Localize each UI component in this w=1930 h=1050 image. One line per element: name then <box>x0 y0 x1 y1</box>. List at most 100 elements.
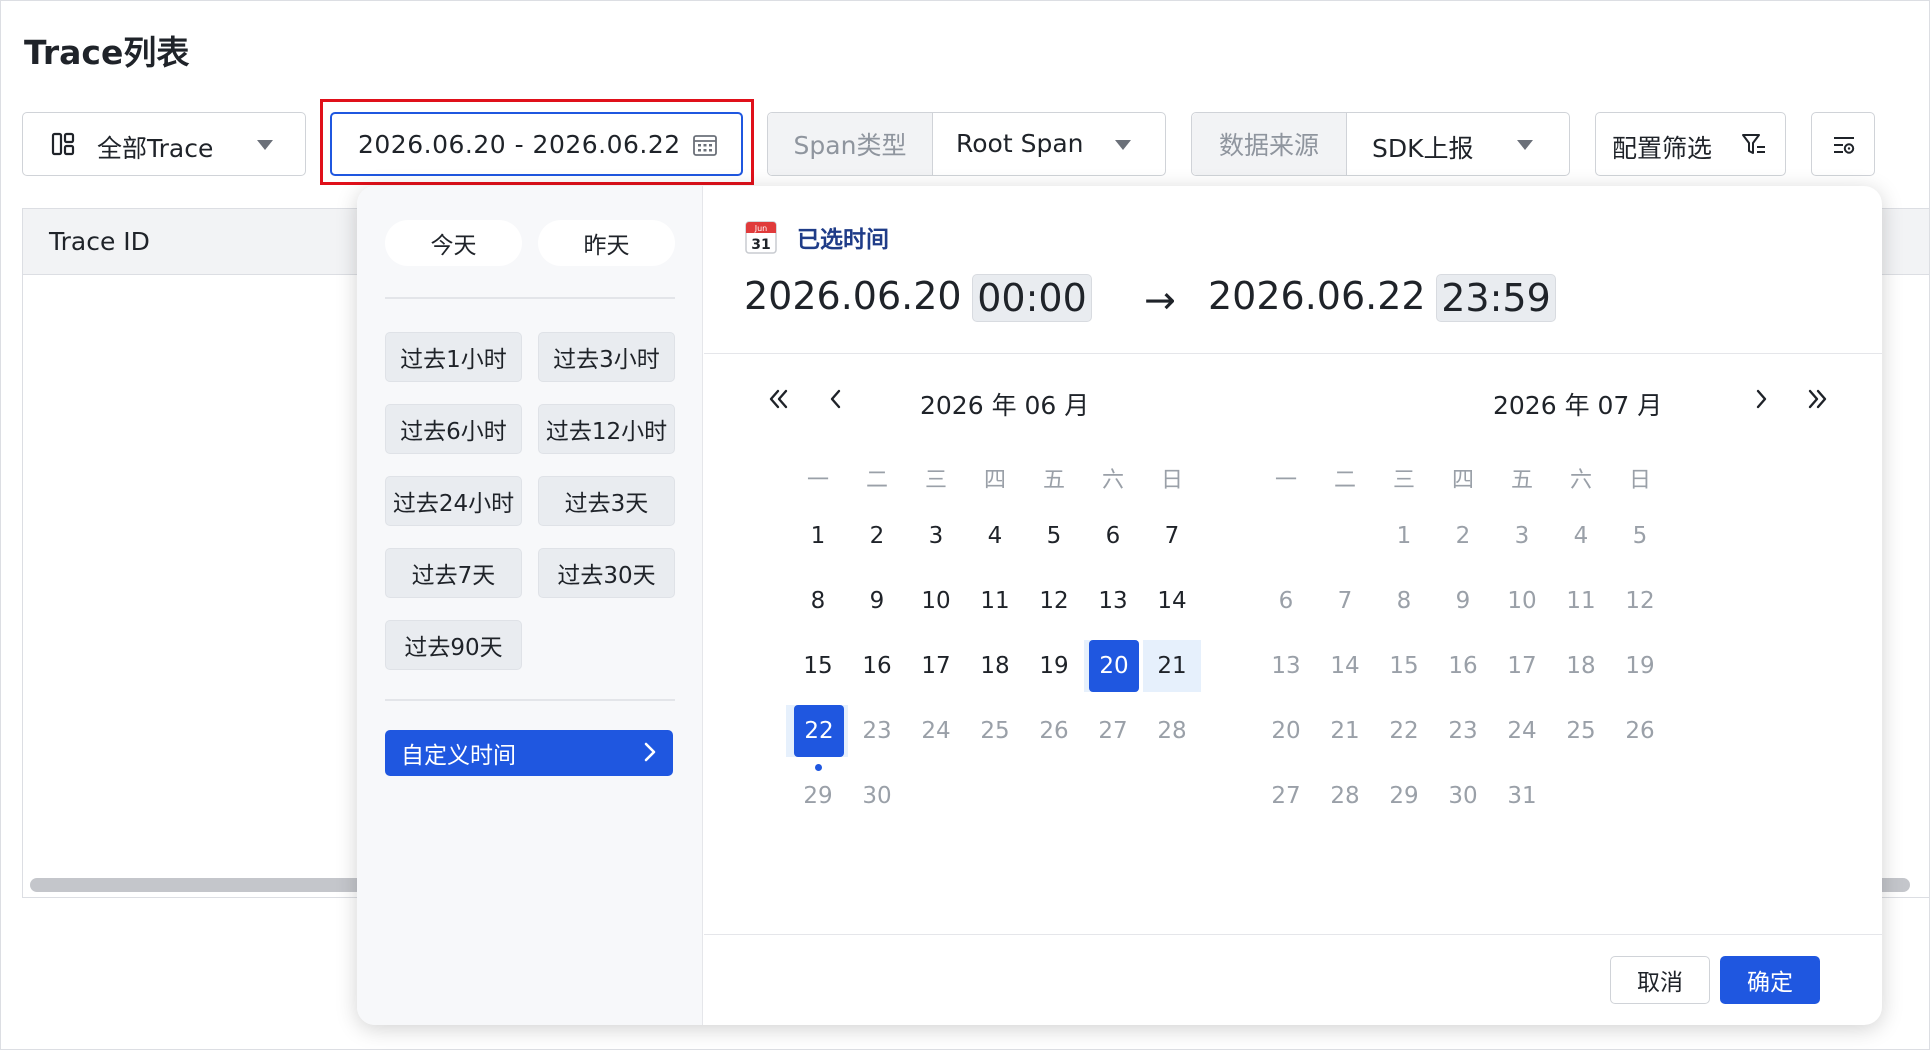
calendar-day[interactable]: 29 <box>1375 770 1433 822</box>
calendar-day[interactable]: 17 <box>1493 640 1551 692</box>
calendar-day[interactable]: 28 <box>1143 705 1201 757</box>
divider <box>704 934 1882 935</box>
calendar-day[interactable]: 3 <box>1493 510 1551 562</box>
calendar-day[interactable]: 5 <box>1025 510 1083 562</box>
calendar-day[interactable]: 15 <box>1375 640 1433 692</box>
calendar-day[interactable]: 4 <box>966 510 1024 562</box>
trace-scope-select[interactable]: 全部Trace <box>22 112 306 176</box>
range-1h-button[interactable]: 过去1小时 <box>385 332 522 382</box>
date-range-input[interactable]: 2026.06.20 - 2026.06.22 <box>330 112 743 176</box>
calendar-day[interactable]: 8 <box>1375 575 1433 627</box>
confirm-button[interactable]: 确定 <box>1720 956 1820 1004</box>
calendar-day[interactable]: 18 <box>966 640 1024 692</box>
data-source-select[interactable]: 数据来源 SDK上报 <box>1191 112 1570 176</box>
calendar-day[interactable]: 23 <box>1434 705 1492 757</box>
calendar-day[interactable]: 1 <box>789 510 847 562</box>
calendar-day[interactable]: 1 <box>1375 510 1433 562</box>
next-month-icon[interactable] <box>1748 386 1774 412</box>
calendar-day[interactable]: 28 <box>1316 770 1374 822</box>
calendar-day[interactable]: 21 <box>1143 640 1201 692</box>
calendar-day[interactable]: 26 <box>1025 705 1083 757</box>
calendar-day[interactable]: 22 <box>1375 705 1433 757</box>
yesterday-button[interactable]: 昨天 <box>538 220 675 266</box>
calendar-day[interactable]: 6 <box>1257 575 1315 627</box>
calendar-day[interactable]: 16 <box>848 640 906 692</box>
custom-time-button[interactable]: 自定义时间 <box>385 730 673 776</box>
selected-day-chip: 20 <box>1089 640 1139 692</box>
calendar-day[interactable]: 30 <box>1434 770 1492 822</box>
calendar-day[interactable]: 6 <box>1084 510 1142 562</box>
calendar-day[interactable]: 3 <box>907 510 965 562</box>
calendar-day[interactable]: 26 <box>1611 705 1669 757</box>
calendar-day[interactable]: 9 <box>1434 575 1492 627</box>
calendar-day[interactable]: 24 <box>907 705 965 757</box>
calendar-day[interactable]: 20 <box>1257 705 1315 757</box>
calendar-day[interactable]: 4 <box>1552 510 1610 562</box>
calendar-day[interactable]: 25 <box>1552 705 1610 757</box>
calendar-day[interactable]: 19 <box>1611 640 1669 692</box>
calendar-day[interactable]: 29 <box>789 770 847 822</box>
calendar-day[interactable]: 12 <box>1025 575 1083 627</box>
calendar-day[interactable]: 27 <box>1257 770 1315 822</box>
calendar-day[interactable]: 7 <box>1316 575 1374 627</box>
chevron-right-icon <box>644 742 656 762</box>
range-24h-button[interactable]: 过去24小时 <box>385 476 522 526</box>
calendar-day[interactable]: 2 <box>848 510 906 562</box>
caret-down-icon <box>1115 140 1131 150</box>
range-6h-button[interactable]: 过去6小时 <box>385 404 522 454</box>
column-header-trace-id: Trace ID <box>49 227 150 256</box>
range-30d-button[interactable]: 过去30天 <box>538 548 675 598</box>
calendar-day[interactable]: 27 <box>1084 705 1142 757</box>
calendar-day[interactable]: 8 <box>789 575 847 627</box>
calendar-day[interactable]: 14 <box>1143 575 1201 627</box>
calendar-day[interactable]: 24 <box>1493 705 1551 757</box>
calendar-day[interactable]: 10 <box>1493 575 1551 627</box>
right-weekday-header: 二 <box>1333 468 1356 493</box>
start-time-input[interactable]: 00:00 <box>972 274 1092 322</box>
quick-range-panel: 今天 昨天 过去1小时 过去3小时 过去6小时 过去12小时 过去24小时 过去… <box>357 186 703 1025</box>
cancel-button[interactable]: 取消 <box>1610 956 1710 1004</box>
calendar-day[interactable]: 2 <box>1434 510 1492 562</box>
divider <box>385 297 675 299</box>
prev-year-icon[interactable] <box>766 386 792 412</box>
span-type-select[interactable]: Span类型 Root Span <box>767 112 1166 176</box>
range-7d-button[interactable]: 过去7天 <box>385 548 522 598</box>
calendar-day[interactable]: 12 <box>1611 575 1669 627</box>
today-button[interactable]: 今天 <box>385 220 522 266</box>
calendar-day[interactable]: 11 <box>1552 575 1610 627</box>
calendar-day[interactable]: 7 <box>1143 510 1201 562</box>
calendar-day[interactable]: 17 <box>907 640 965 692</box>
end-time-input[interactable]: 23:59 <box>1436 274 1556 322</box>
left-weekday-header: 日 <box>1160 468 1183 493</box>
calendar-day[interactable]: 15 <box>789 640 847 692</box>
calendar-day[interactable]: 30 <box>848 770 906 822</box>
calendar-day[interactable]: 22 <box>786 705 848 757</box>
range-3h-button[interactable]: 过去3小时 <box>538 332 675 382</box>
calendar-day[interactable]: 23 <box>848 705 906 757</box>
calendar-day[interactable]: 20 <box>1084 640 1139 692</box>
start-date: 2026.06.20 <box>744 274 962 318</box>
range-90d-button[interactable]: 过去90天 <box>385 620 522 670</box>
calendar-day[interactable]: 10 <box>907 575 965 627</box>
right-month-title: 2026 年 07 月 <box>1493 391 1663 420</box>
calendar-day[interactable]: 31 <box>1493 770 1551 822</box>
calendar-day[interactable]: 25 <box>966 705 1024 757</box>
range-12h-button[interactable]: 过去12小时 <box>538 404 675 454</box>
calendar-day[interactable]: 13 <box>1257 640 1315 692</box>
selected-time-label: 已选时间 <box>797 227 889 253</box>
calendar-day[interactable]: 14 <box>1316 640 1374 692</box>
calendar-day[interactable]: 18 <box>1552 640 1610 692</box>
next-year-icon[interactable] <box>1804 386 1830 412</box>
calendar-day[interactable]: 11 <box>966 575 1024 627</box>
calendar-day[interactable]: 13 <box>1084 575 1142 627</box>
calendar-day[interactable]: 19 <box>1025 640 1083 692</box>
calendar-day[interactable]: 16 <box>1434 640 1492 692</box>
calendar-day[interactable]: 5 <box>1611 510 1669 562</box>
column-settings-button[interactable] <box>1811 112 1875 176</box>
left-weekday-header: 一 <box>806 468 829 493</box>
range-3d-button[interactable]: 过去3天 <box>538 476 675 526</box>
calendar-day[interactable]: 21 <box>1316 705 1374 757</box>
calendar-day[interactable]: 9 <box>848 575 906 627</box>
config-filter-button[interactable]: 配置筛选 <box>1595 112 1786 176</box>
prev-month-icon[interactable] <box>823 386 849 412</box>
